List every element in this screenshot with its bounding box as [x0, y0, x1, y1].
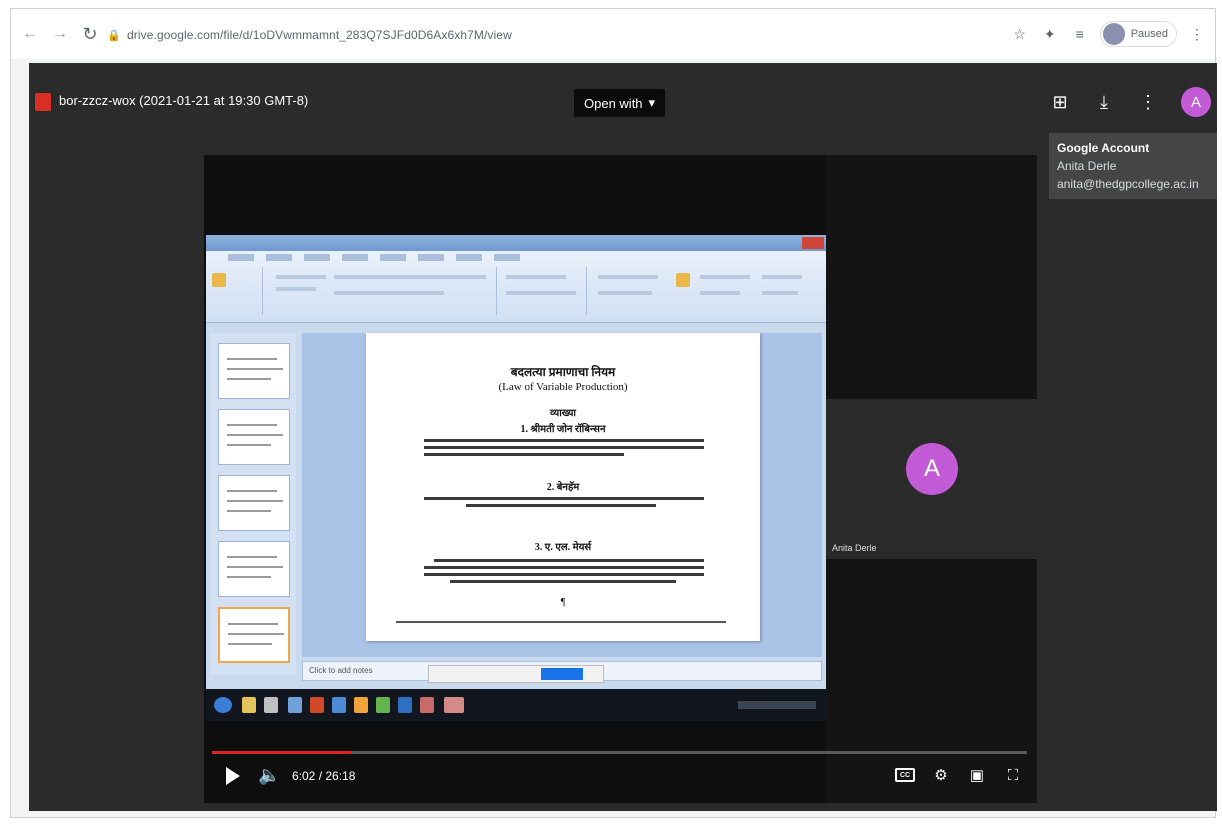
- forward-icon[interactable]: →: [49, 23, 71, 45]
- start-icon: [214, 697, 232, 713]
- slide-title: बदलत्या प्रमाणाचा नियम: [510, 365, 616, 379]
- slide-item-1: 1. श्रीमती जोन रॉबिन्सन: [520, 424, 606, 435]
- paste-icon: [212, 273, 226, 287]
- browser-toolbar: ← → ↻ 🔒 drive.google.com/file/d/1oDVwmma…: [11, 9, 1215, 59]
- current-slide: बदलत्या प्रमाणाचा नियम (Law of Variable …: [366, 333, 760, 641]
- captions-icon[interactable]: CC: [895, 768, 915, 782]
- slide-subtitle: (Law of Variable Production): [498, 381, 628, 393]
- slide-thumbnail-selected: [218, 607, 290, 663]
- video-time: 6:02 / 26:18: [292, 769, 356, 783]
- share-notification: [428, 665, 604, 683]
- volume-icon[interactable]: 🔈: [258, 765, 280, 786]
- slide-thumbnail: [218, 343, 290, 399]
- system-tray: [738, 701, 816, 709]
- slide-thumbnails: [210, 333, 296, 675]
- profile-button[interactable]: Paused: [1099, 21, 1177, 47]
- slide-item-3: 3. ए. एल. मेयर्स: [534, 542, 592, 553]
- slide-heading: व्याख्या: [549, 408, 577, 419]
- extensions-icon[interactable]: ✦: [1040, 24, 1060, 44]
- download-icon[interactable]: ⤓: [1093, 92, 1115, 113]
- account-avatar[interactable]: A: [1181, 87, 1211, 117]
- account-name: Anita Derle: [1057, 159, 1117, 173]
- shared-powerpoint-window: बदलत्या प्रमाणाचा नियम (Law of Variable …: [206, 235, 826, 721]
- close-icon: [802, 237, 824, 249]
- more-options-icon[interactable]: ⋮: [1137, 92, 1159, 113]
- ppt-ribbon: [206, 251, 826, 323]
- profile-status: Paused: [1130, 28, 1168, 40]
- settings-gear-icon[interactable]: ⚙: [931, 765, 951, 785]
- star-icon[interactable]: ☆: [1010, 24, 1030, 44]
- add-to-drive-icon[interactable]: ⊞: [1049, 92, 1071, 113]
- participant-avatar: A: [906, 443, 958, 495]
- video-player[interactable]: A Anita Derle बदलत्या प्रमाणाचा नियम (La…: [204, 155, 1037, 803]
- player-right-controls: CC ⚙ ▣ ⛶: [895, 765, 1023, 785]
- open-with-button[interactable]: Open with ▾: [574, 89, 666, 117]
- video-controls: 🔈 6:02 / 26:18 CC ⚙ ▣ ⛶: [204, 761, 1037, 801]
- video-progress-bar[interactable]: [212, 751, 1027, 754]
- file-title: bor-zzcz-wox (2021-01-21 at 19:30 GMT-8): [59, 93, 309, 108]
- account-heading: Google Account: [1057, 141, 1150, 155]
- windows-taskbar: [206, 689, 826, 721]
- drive-viewer: bor-zzcz-wox (2021-01-21 at 19:30 GMT-8)…: [29, 63, 1217, 811]
- account-tooltip: Google Account Anita Derle anita@thedgpc…: [1049, 133, 1217, 199]
- lock-icon: 🔒: [107, 29, 121, 42]
- participant-tile: A Anita Derle: [826, 399, 1037, 559]
- profile-avatar: [1102, 23, 1125, 45]
- reload-icon[interactable]: ↻: [79, 23, 101, 45]
- slide-thumbnail: [218, 541, 290, 597]
- ribbon-divider: [262, 267, 263, 315]
- video-file-icon: [35, 93, 51, 111]
- video-progress-fill: [212, 751, 351, 754]
- slide-thumbnail: [218, 409, 290, 465]
- ppt-titlebar: [206, 235, 826, 251]
- browser-window: ← → ↻ 🔒 drive.google.com/file/d/1oDVwmma…: [10, 8, 1217, 818]
- stop-sharing-button: [541, 668, 583, 680]
- account-email: anita@thedgpcollege.ac.in: [1057, 177, 1199, 191]
- ribbon-tabs: [228, 254, 520, 261]
- toolbar-actions: ☆ ✦ ≡ Paused ⋮: [1010, 21, 1207, 47]
- url-text: drive.google.com/file/d/1oDVwmmamnt_283Q…: [127, 28, 512, 42]
- open-with-label: Open with: [584, 95, 643, 111]
- fullscreen-icon[interactable]: ⛶: [1003, 765, 1023, 785]
- slide-footer-mark: ¶: [560, 597, 566, 608]
- participant-name: Anita Derle: [832, 543, 877, 553]
- address-bar[interactable]: 🔒 drive.google.com/file/d/1oDVwmmamnt_28…: [107, 23, 1007, 47]
- slide-thumbnail: [218, 475, 290, 531]
- arrange-icon: [676, 273, 690, 287]
- viewer-header: bor-zzcz-wox (2021-01-21 at 19:30 GMT-8)…: [29, 63, 1217, 129]
- viewer-actions: ⊞ ⤓ ⋮ A: [1049, 87, 1211, 117]
- slide-rule: [396, 621, 726, 623]
- miniplayer-icon[interactable]: ▣: [967, 765, 987, 785]
- media-icon[interactable]: ≡: [1070, 24, 1090, 44]
- browser-menu-icon[interactable]: ⋮: [1187, 24, 1207, 44]
- slide-canvas: बदलत्या प्रमाणाचा नियम (Law of Variable …: [302, 333, 822, 657]
- play-icon[interactable]: [226, 767, 240, 785]
- back-icon[interactable]: ←: [19, 23, 41, 45]
- caret-down-icon: ▾: [648, 95, 656, 110]
- slide-item-2: 2. बेनहॅम: [546, 482, 580, 493]
